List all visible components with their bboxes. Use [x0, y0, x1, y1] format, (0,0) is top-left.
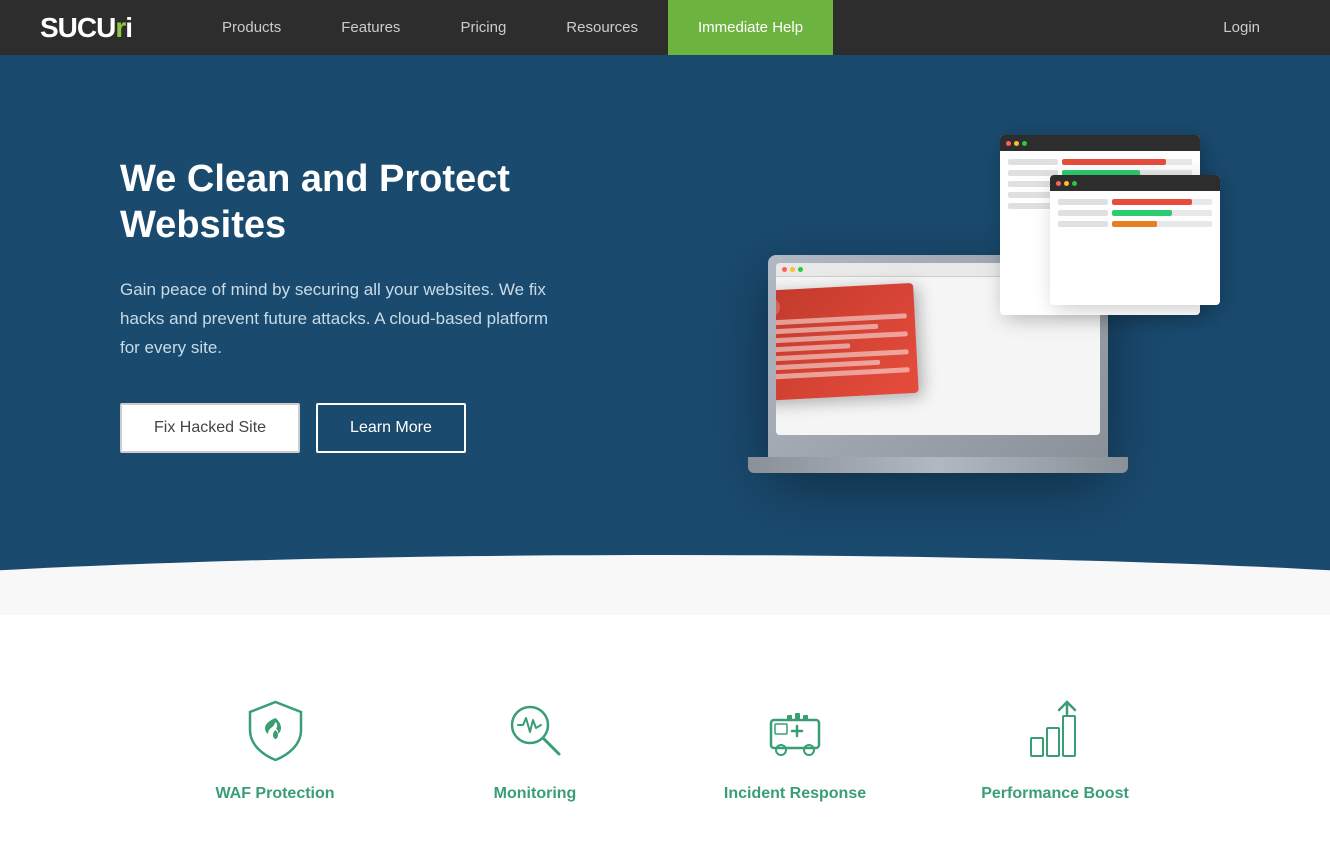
incident-svg: [763, 698, 828, 763]
panel-label-7: [1058, 210, 1108, 216]
monitoring-label: Monitoring: [494, 785, 577, 803]
browser-dot-green: [798, 267, 803, 272]
wave-shape: [0, 555, 1330, 615]
logo-text: SUCUri: [40, 12, 132, 43]
red-warning-overlay: ✕: [776, 283, 919, 401]
monitoring-svg: [503, 698, 568, 763]
feature-incident: Incident Response: [705, 695, 885, 803]
nav-pricing[interactable]: Pricing: [430, 0, 536, 55]
features-section: WAF Protection Monitoring: [0, 615, 1330, 863]
bar-fill-orange-2: [1112, 221, 1157, 227]
dot-yellow-2: [1064, 181, 1069, 186]
laptop-base: [748, 457, 1128, 473]
waf-label: WAF Protection: [215, 785, 334, 803]
learn-more-button[interactable]: Learn More: [316, 403, 466, 453]
feature-monitoring: Monitoring: [445, 695, 625, 803]
nav-resources[interactable]: Resources: [536, 0, 668, 55]
red-line-4: [776, 343, 851, 353]
dot-yellow-1: [1014, 141, 1019, 146]
logo[interactable]: SUCUri: [40, 12, 132, 44]
performance-label: Performance Boost: [981, 785, 1129, 803]
nav-login[interactable]: Login: [1193, 0, 1290, 55]
dot-red-1: [1006, 141, 1011, 146]
ambulance-icon: [760, 695, 830, 765]
floating-panel-2: [1050, 175, 1220, 305]
hero-subtitle: Gain peace of mind by securing all your …: [120, 276, 560, 363]
panel-bar-1: [1062, 159, 1192, 165]
panel-body-2: [1050, 191, 1220, 235]
red-line-1: [776, 313, 907, 326]
warning-x-icon: ✕: [776, 298, 781, 317]
wave-transition: [0, 555, 1330, 615]
nav-features[interactable]: Features: [311, 0, 430, 55]
shield-fire-icon: [240, 695, 310, 765]
hero-content: We Clean and Protect Websites Gain peace…: [120, 157, 665, 453]
hero-section: We Clean and Protect Websites Gain peace…: [0, 55, 1330, 555]
waf-svg: [243, 698, 308, 763]
panel-row-6: [1058, 199, 1212, 205]
chart-boost-icon: [1020, 695, 1090, 765]
hero-illustration: ✕: [665, 115, 1210, 495]
panel-label-6: [1058, 199, 1108, 205]
monitor-pulse-icon: [500, 695, 570, 765]
incident-label: Incident Response: [724, 785, 866, 803]
panel-bar-6: [1112, 199, 1212, 205]
panel-row-1: [1008, 159, 1192, 165]
browser-dot-yellow: [790, 267, 795, 272]
panel-bar-8: [1112, 221, 1212, 227]
feature-waf: WAF Protection: [185, 695, 365, 803]
panel-label-8: [1058, 221, 1108, 227]
panel-header-2: [1050, 175, 1220, 191]
panel-label-1: [1008, 159, 1058, 165]
hero-buttons: Fix Hacked Site Learn More: [120, 403, 665, 453]
bar-fill-red-3: [1112, 199, 1192, 205]
features-row: WAF Protection Monitoring: [80, 675, 1250, 803]
nav-products[interactable]: Products: [192, 0, 311, 55]
dot-green-1: [1022, 141, 1027, 146]
nav-immediate-help[interactable]: Immediate Help: [668, 0, 833, 55]
panel-row-8: [1058, 221, 1212, 227]
nav-links: Products Features Pricing Resources Imme…: [192, 0, 1290, 55]
dot-green-2: [1072, 181, 1077, 186]
feature-performance: Performance Boost: [965, 695, 1145, 803]
panel-header-1: [1000, 135, 1200, 151]
panel-bar-7: [1112, 210, 1212, 216]
performance-svg: [1023, 698, 1088, 763]
bar-fill-red: [1062, 159, 1166, 165]
fix-hacked-site-button[interactable]: Fix Hacked Site: [120, 403, 300, 453]
logo-highlight: r: [115, 12, 125, 43]
bar-fill-green-3: [1112, 210, 1172, 216]
panel-row-7: [1058, 210, 1212, 216]
dot-red-2: [1056, 181, 1061, 186]
hero-title: We Clean and Protect Websites: [120, 157, 665, 248]
navbar: SUCUri Products Features Pricing Resourc…: [0, 0, 1330, 55]
warning-lines: [776, 313, 910, 379]
browser-dot-red: [782, 267, 787, 272]
